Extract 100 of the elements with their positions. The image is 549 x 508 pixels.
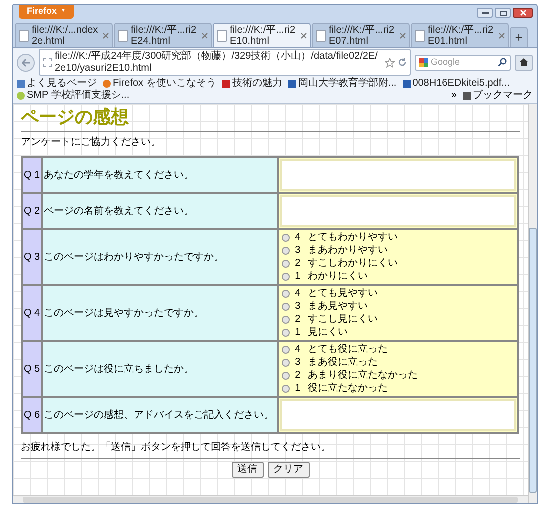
home-icon xyxy=(519,58,529,67)
browser-tab[interactable]: file:///K:/平...ri2E07.html xyxy=(312,23,410,47)
radio-button[interactable] xyxy=(282,328,290,336)
bookmarks-menu-icon xyxy=(463,92,471,100)
option-value: 3 xyxy=(295,356,302,369)
bookmark-label: 技術の魅力 xyxy=(232,79,282,89)
question-number: Q 3 xyxy=(22,229,42,285)
answer-field[interactable] xyxy=(280,159,516,191)
tab-label: file:///K:/平...ri2E01.html xyxy=(428,24,495,46)
option-label: あまり役に立たなかった xyxy=(308,369,418,382)
back-arrow-icon xyxy=(22,58,30,66)
closing-text: お疲れ様でした。「送信」ボタンを押して回答を送信してください。 xyxy=(21,440,332,455)
bookmark-item[interactable]: 技術の魅力 xyxy=(222,79,282,89)
option-label: とても役に立った xyxy=(308,343,388,356)
option-value: 1 xyxy=(295,382,302,395)
answer-option[interactable]: 2 あまり役に立たなかった xyxy=(280,369,516,382)
radio-button[interactable] xyxy=(282,272,290,280)
tab-label: file:///K:/平...ri2E24.html xyxy=(131,24,198,46)
answer-option[interactable]: 1 見にくい xyxy=(280,326,516,339)
answer-option[interactable]: 1 わかりにくい xyxy=(280,270,516,283)
horizontal-scrollbar[interactable] xyxy=(13,495,528,503)
new-tab-button[interactable]: + xyxy=(510,27,528,47)
page-icon xyxy=(415,30,425,42)
browser-tab[interactable]: file:///K:/平...ri2E01.html xyxy=(411,23,509,47)
star-icon[interactable] xyxy=(385,58,395,68)
answer-option[interactable]: 3 まあわかりやすい xyxy=(280,244,516,257)
option-label: すこし見にくい xyxy=(308,313,378,326)
question-text: このページはわかりやすかったですか。 xyxy=(42,229,278,285)
close-icon[interactable] xyxy=(513,8,533,18)
question-text: ページの名前を教えてください。 xyxy=(42,193,278,229)
question-number: Q 5 xyxy=(22,341,42,397)
question-number: Q 1 xyxy=(22,157,42,193)
question-text: このページの感想、アドバイスをご記入ください。 xyxy=(42,397,278,433)
option-label: すこしわかりにくい xyxy=(308,257,398,270)
question-text: このページは見やすかったですか。 xyxy=(42,285,278,341)
radio-button[interactable] xyxy=(282,260,290,268)
option-value: 2 xyxy=(295,313,302,326)
option-value: 3 xyxy=(295,244,302,257)
page-title: ページの感想 xyxy=(21,106,130,128)
option-label: まあ役に立った xyxy=(308,356,378,369)
radio-button[interactable] xyxy=(282,290,290,298)
answer-option[interactable]: 4 とても役に立った xyxy=(280,343,516,356)
vertical-scrollbar[interactable] xyxy=(528,104,537,503)
bookmark-icon xyxy=(288,80,296,88)
radio-button[interactable] xyxy=(282,358,290,366)
form-button[interactable]: 送信 xyxy=(232,462,264,478)
option-label: まあ見やすい xyxy=(308,300,368,313)
option-label: とてもわかりやすい xyxy=(308,231,398,244)
minimize-icon[interactable] xyxy=(477,8,493,18)
answer-option[interactable]: 1 役に立たなかった xyxy=(280,382,516,395)
page-icon xyxy=(19,30,29,42)
radio-button[interactable] xyxy=(282,384,290,392)
answer-option[interactable]: 4 とてもわかりやすい xyxy=(280,231,516,244)
search-field[interactable]: Google xyxy=(415,54,511,70)
reload-icon[interactable] xyxy=(398,58,407,67)
browser-tab[interactable]: file:///K:/...ndex2e.html xyxy=(15,23,113,47)
tab-label: file:///K:/平...ri2E07.html xyxy=(329,24,396,46)
search-icon[interactable] xyxy=(498,58,507,67)
form-button[interactable]: クリア xyxy=(268,462,310,478)
question-number: Q 2 xyxy=(22,193,42,229)
question-number: Q 6 xyxy=(22,397,42,433)
search-engine-icon xyxy=(419,58,428,67)
tab-label: file:///K:/平...ri2E10.html xyxy=(230,24,297,46)
option-label: 見にくい xyxy=(308,326,348,339)
option-value: 4 xyxy=(295,343,302,356)
intro-text: アンケートにご協力ください。 xyxy=(21,136,162,150)
answer-option[interactable]: 2 すこしわかりにくい xyxy=(280,257,516,270)
address-text: file:///K:/平成24年度/300研究部（物藤）/329技術（小山）/data/file02/2E/2e10/yasuri2E10.html xyxy=(55,50,379,74)
option-label: とても見やすい xyxy=(308,287,378,300)
radio-button[interactable] xyxy=(282,346,290,354)
address-field[interactable]: file:///K:/平成24年度/300研究部（物藤）/329技術（小山）/data/file02/2E/2e10/yasuri2E10.html xyxy=(39,49,411,76)
radio-button[interactable] xyxy=(282,302,290,310)
option-label: わかりにくい xyxy=(308,270,368,283)
answer-option[interactable]: 4 とても見やすい xyxy=(280,287,516,300)
answer-option[interactable]: 3 まあ役に立った xyxy=(280,356,516,369)
close-icon[interactable] xyxy=(301,32,307,38)
home-button[interactable] xyxy=(515,54,533,70)
back-button[interactable] xyxy=(17,54,35,72)
browser-tab[interactable]: file:///K:/平...ri2E10.html xyxy=(213,23,311,47)
question-number: Q 4 xyxy=(22,285,42,341)
radio-button[interactable] xyxy=(282,246,290,254)
browser-tab[interactable]: file:///K:/平...ri2E24.html xyxy=(114,23,212,47)
option-label: まあわかりやすい xyxy=(308,244,388,257)
question-text: このページは役に立ちましたか。 xyxy=(42,341,278,397)
answer-field[interactable] xyxy=(280,195,516,227)
maximize-icon[interactable] xyxy=(495,8,511,18)
option-value: 1 xyxy=(295,270,302,283)
radio-button[interactable] xyxy=(282,372,290,380)
more-bookmarks-button[interactable]: » xyxy=(451,91,457,101)
option-value: 2 xyxy=(295,369,302,382)
radio-button[interactable] xyxy=(282,316,290,324)
answer-option[interactable]: 3 まあ見やすい xyxy=(280,300,516,313)
page-icon xyxy=(118,30,128,42)
bookmark-icon xyxy=(402,80,411,88)
option-value: 4 xyxy=(295,231,302,244)
answer-option[interactable]: 2 すこし見にくい xyxy=(280,313,516,326)
search-input[interactable]: Google xyxy=(431,56,495,70)
radio-button[interactable] xyxy=(282,234,290,242)
answer-field[interactable] xyxy=(280,399,516,431)
tab-label: file:///K:/...ndex2e.html xyxy=(32,24,100,46)
